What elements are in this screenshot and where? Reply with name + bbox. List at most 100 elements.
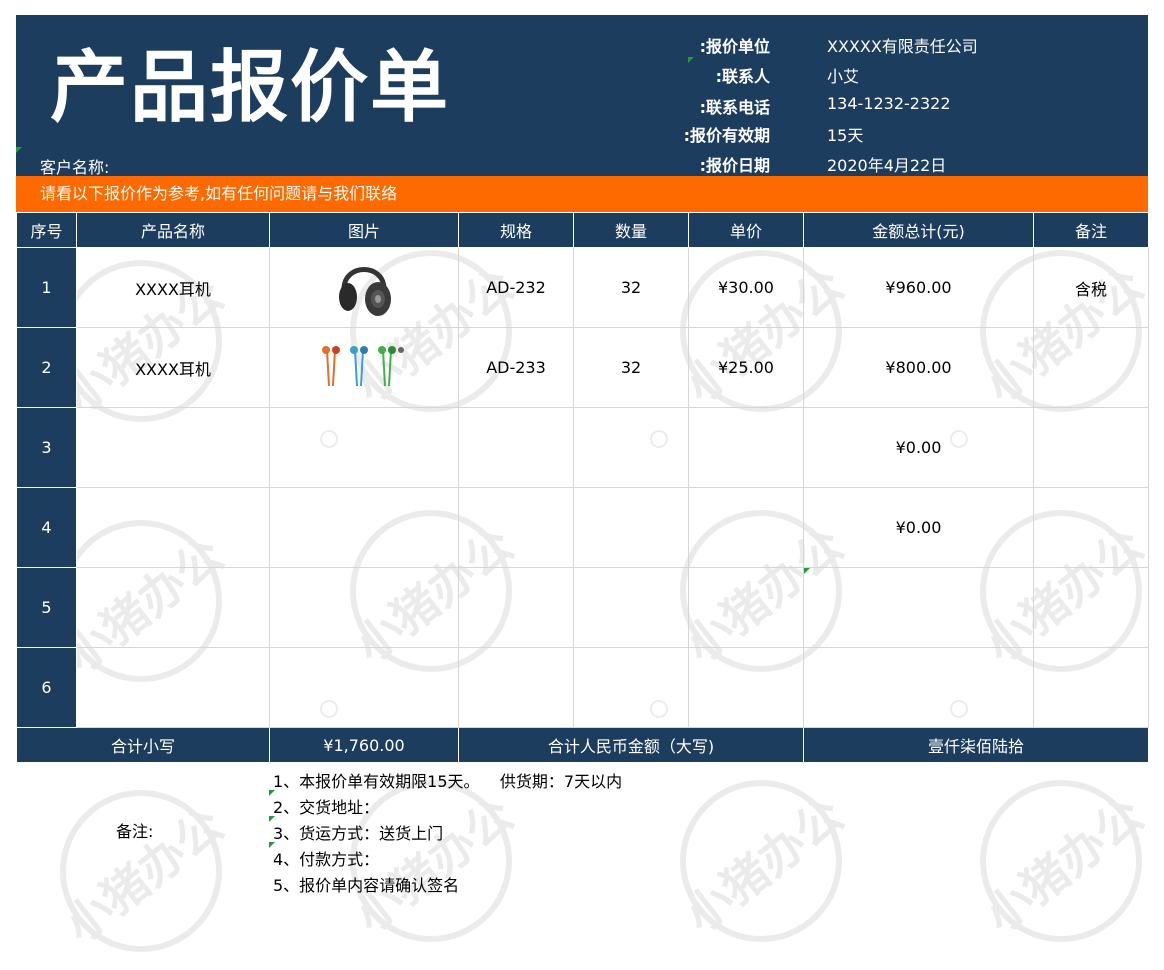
info-value: 小艾 <box>827 67 860 86</box>
cell-comment-marker <box>16 147 22 153</box>
cell-remark[interactable] <box>1033 487 1149 568</box>
cell-name[interactable] <box>76 407 270 488</box>
info-label: 报价有效期: <box>683 126 770 145</box>
cell-price[interactable]: ¥30.00 <box>688 247 804 328</box>
table-row: 6 <box>16 647 1149 728</box>
cell-no[interactable]: 5 <box>16 567 77 648</box>
cell-name[interactable] <box>76 487 270 568</box>
info-value: XXXXX有限责任公司 <box>827 37 978 56</box>
notes-label[interactable]: 备注: <box>116 818 153 842</box>
cell-spec[interactable] <box>458 407 574 488</box>
notice-banner: 请看以下报价作为参考,如有任何问题请与我们联络 <box>16 176 1148 212</box>
notes-section: 备注: 1、本报价单有效期限15天。 供货期：7天以内 2、交货地址： 3、货运… <box>16 764 1148 904</box>
table-row: 4 ¥0.00 <box>16 487 1149 568</box>
cell-qty[interactable]: 32 <box>573 247 689 328</box>
cell-spec[interactable] <box>458 647 574 728</box>
rmb-amount-label[interactable]: 合计人民币金额（大写) <box>458 727 804 763</box>
cell-image[interactable] <box>269 567 459 648</box>
cell-name[interactable]: XXXX耳机 <box>76 327 270 408</box>
table-row: 2 XXXX耳机 AD-233 32 ¥25.00 ¥800.00 <box>16 327 1149 408</box>
cell-no[interactable]: 2 <box>16 327 77 408</box>
col-header-remark[interactable]: 备注 <box>1033 212 1149 248</box>
cell-total[interactable]: ¥800.00 <box>803 327 1034 408</box>
info-label: 联系电话: <box>699 98 770 117</box>
cell-name[interactable] <box>76 567 270 648</box>
info-value: 15天 <box>827 126 864 145</box>
note-line[interactable]: 3、货运方式：送货上门 <box>273 820 443 844</box>
cell-image[interactable] <box>269 647 459 728</box>
table-header-row: 序号 产品名称 图片 规格 数量 单价 金额总计(元) 备注 <box>16 212 1149 248</box>
cell-spec[interactable] <box>458 487 574 568</box>
col-header-total[interactable]: 金额总计(元) <box>803 212 1034 248</box>
notice-text: 请看以下报价作为参考,如有任何问题请与我们联络 <box>40 184 398 203</box>
cell-comment-marker <box>804 568 810 574</box>
cell-no[interactable]: 3 <box>16 407 77 488</box>
cell-remark[interactable] <box>1033 647 1149 728</box>
cell-total[interactable]: ¥960.00 <box>803 247 1034 328</box>
col-header-no[interactable]: 序号 <box>16 212 77 248</box>
cell-no[interactable]: 1 <box>16 247 77 328</box>
col-header-spec[interactable]: 规格 <box>458 212 574 248</box>
cell-image[interactable] <box>269 487 459 568</box>
cell-total[interactable] <box>803 647 1034 728</box>
note-line[interactable]: 5、报价单内容请确认签名 <box>273 872 459 896</box>
earphones-icon[interactable] <box>321 344 407 388</box>
header-band: 产品报价单 客户名称: 报价单位: XXXXX有限责任公司 联系人: 小艾 联系… <box>16 15 1148 178</box>
info-value: 2020年4月22日 <box>827 156 947 175</box>
headphones-icon[interactable] <box>334 253 394 319</box>
quotation-table: 序号 产品名称 图片 规格 数量 单价 金额总计(元) 备注 1 XXXX耳机 <box>16 212 1149 763</box>
info-label: 联系人: <box>715 67 770 86</box>
note-line[interactable]: 4、付款方式： <box>273 846 379 870</box>
col-header-image[interactable]: 图片 <box>269 212 459 248</box>
cell-spec[interactable]: AD-233 <box>458 327 574 408</box>
cell-no[interactable]: 6 <box>16 647 77 728</box>
info-value: 134-1232-2322 <box>827 94 951 113</box>
subtotal-value[interactable]: ¥1,760.00 <box>269 727 459 763</box>
cell-total[interactable]: ¥0.00 <box>803 487 1034 568</box>
cell-remark[interactable] <box>1033 567 1149 648</box>
cell-price[interactable] <box>688 647 804 728</box>
cell-qty[interactable] <box>573 407 689 488</box>
cell-price[interactable] <box>688 567 804 648</box>
table-footer-row: 合计小写 ¥1,760.00 合计人民币金额（大写) 壹仟柒佰陆拾 <box>16 727 1149 763</box>
cell-image[interactable] <box>269 327 459 408</box>
rmb-amount-value[interactable]: 壹仟柒佰陆拾 <box>803 727 1149 763</box>
cell-total[interactable] <box>803 567 1034 648</box>
col-header-price[interactable]: 单价 <box>688 212 804 248</box>
cell-remark[interactable] <box>1033 407 1149 488</box>
cell-price[interactable]: ¥25.00 <box>688 327 804 408</box>
cell-qty[interactable] <box>573 647 689 728</box>
col-header-qty[interactable]: 数量 <box>573 212 689 248</box>
cell-price[interactable] <box>688 407 804 488</box>
cell-name[interactable] <box>76 647 270 728</box>
table-row: 1 XXXX耳机 AD-232 32 ¥30.00 ¥960.00 含税 <box>16 247 1149 328</box>
info-row-date[interactable]: 报价日期: 2020年4月22日 <box>16 152 1148 178</box>
table-row: 3 ¥0.00 <box>16 407 1149 488</box>
cell-qty[interactable]: 32 <box>573 327 689 408</box>
cell-image[interactable] <box>269 247 459 328</box>
subtotal-label[interactable]: 合计小写 <box>16 727 270 763</box>
info-label: 报价日期: <box>699 156 770 175</box>
cell-remark[interactable] <box>1033 327 1149 408</box>
cell-image[interactable] <box>269 407 459 488</box>
col-header-name[interactable]: 产品名称 <box>76 212 270 248</box>
cell-qty[interactable] <box>573 487 689 568</box>
table-row: 5 <box>16 567 1149 648</box>
note-line[interactable]: 1、本报价单有效期限15天。 供货期：7天以内 <box>273 768 622 792</box>
cell-total[interactable]: ¥0.00 <box>803 407 1034 488</box>
info-row-validity[interactable]: 报价有效期: 15天 <box>16 122 1148 148</box>
info-row-company[interactable]: 报价单位: XXXXX有限责任公司 <box>16 33 1148 59</box>
cell-remark[interactable]: 含税 <box>1033 247 1149 328</box>
cell-spec[interactable]: AD-232 <box>458 247 574 328</box>
info-label: 报价单位: <box>699 37 770 56</box>
cell-price[interactable] <box>688 487 804 568</box>
cell-name[interactable]: XXXX耳机 <box>76 247 270 328</box>
info-row-contact[interactable]: 联系人: 小艾 <box>16 63 1148 89</box>
cell-spec[interactable] <box>458 567 574 648</box>
cell-no[interactable]: 4 <box>16 487 77 568</box>
note-line[interactable]: 2、交货地址： <box>273 794 379 818</box>
cell-comment-marker <box>688 57 694 63</box>
cell-comment-marker <box>269 790 275 796</box>
info-row-phone[interactable]: 联系电话: 134-1232-2322 <box>16 94 1148 120</box>
cell-qty[interactable] <box>573 567 689 648</box>
